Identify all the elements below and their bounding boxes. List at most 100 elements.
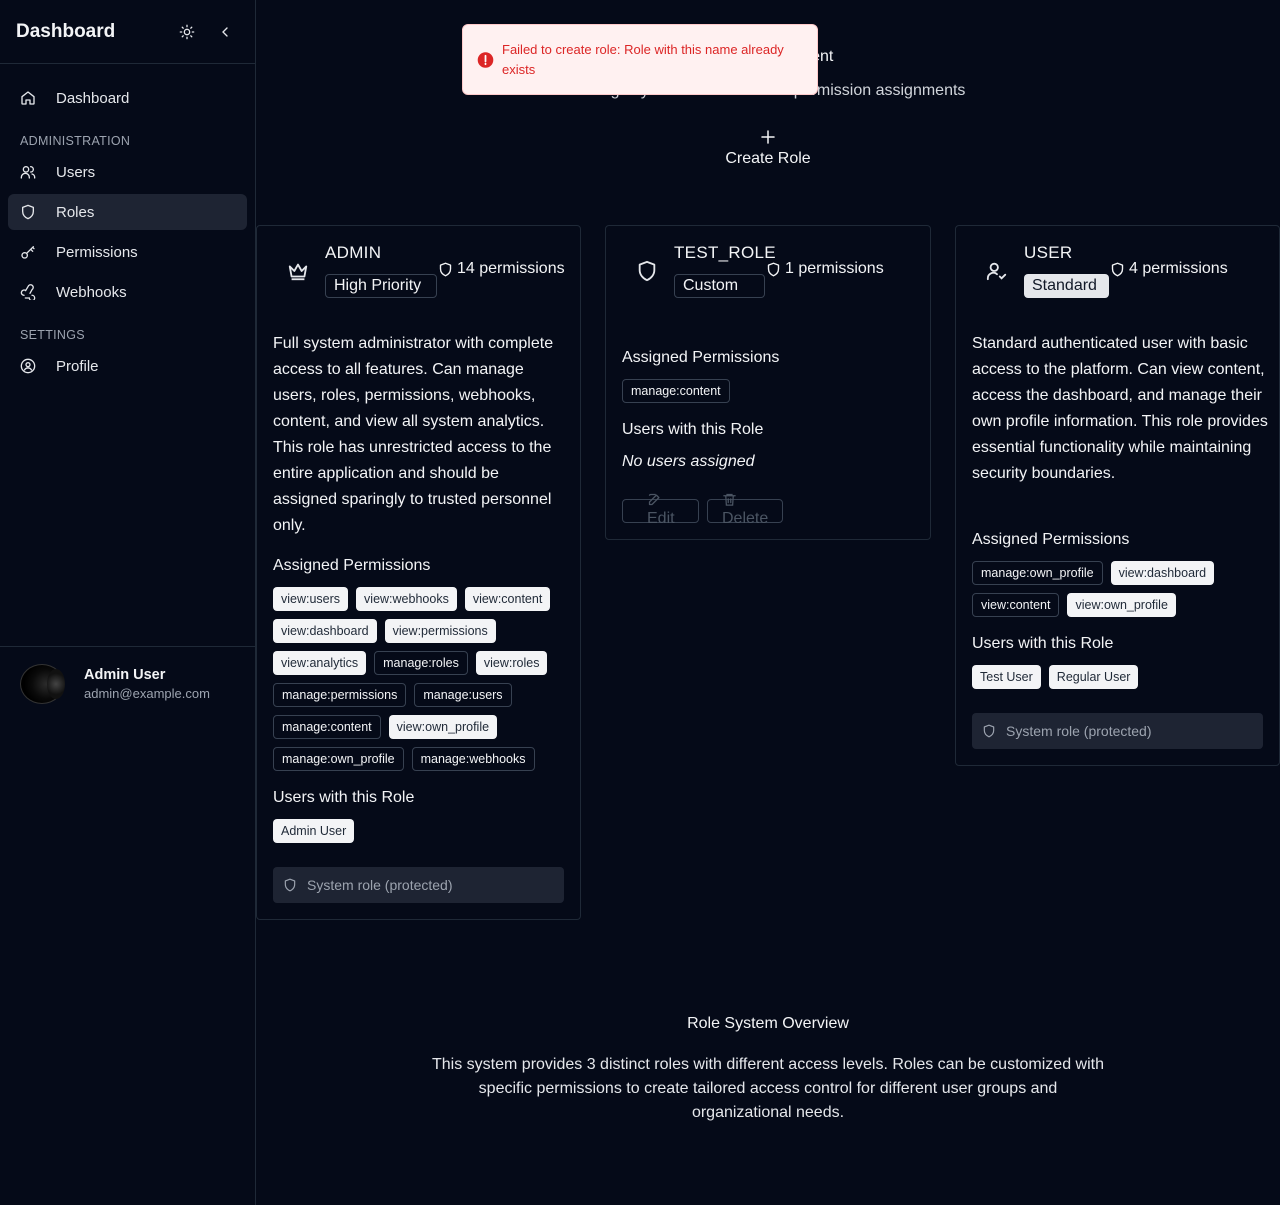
role-badge: Standard xyxy=(1024,274,1109,298)
webhook-icon xyxy=(20,284,36,300)
role-card-test-role: TEST_ROLE Custom 1 permissions Assigned … xyxy=(605,225,931,540)
create-role-label: Create Role xyxy=(725,150,811,167)
edit-icon xyxy=(648,493,660,506)
permission-count: 4 permissions xyxy=(1110,260,1228,278)
user-circle-icon xyxy=(20,358,36,374)
theme-toggle-button[interactable] xyxy=(173,18,201,46)
role-name: TEST_ROLE xyxy=(674,243,776,262)
users-with-role-label: Users with this Role xyxy=(273,789,415,806)
permission-chip: manage:own_profile xyxy=(273,747,404,771)
shield-icon xyxy=(983,724,995,738)
edit-label: Edit xyxy=(647,510,675,527)
permission-chip: manage:permissions xyxy=(273,683,407,707)
overview-text: This system provides 3 distinct roles wi… xyxy=(432,1056,1104,1121)
user-chips: Admin User xyxy=(273,819,355,843)
shield-icon xyxy=(439,262,452,276)
permission-count-label: 14 permissions xyxy=(457,260,565,277)
users-icon xyxy=(20,166,36,179)
permission-chip: view:permissions xyxy=(384,619,496,643)
permission-chip: view:roles xyxy=(475,651,548,675)
shield-icon xyxy=(284,878,296,892)
permission-chip: view:users xyxy=(273,587,349,611)
sidebar-item-label: Webhooks xyxy=(56,283,127,301)
permission-chip: view:dashboard xyxy=(1110,561,1215,585)
sidebar-title: Dashboard xyxy=(16,20,116,42)
shield-icon xyxy=(1111,262,1124,276)
role-badge: High Priority xyxy=(325,274,437,298)
user-check-icon xyxy=(986,262,1007,281)
shield-icon xyxy=(638,260,656,282)
protected-notice: System role (protected) xyxy=(273,867,564,903)
create-role-button[interactable]: Create Role xyxy=(700,128,836,174)
sidebar-item-users[interactable]: Users xyxy=(8,154,247,190)
user-name: Admin User xyxy=(84,666,166,683)
permission-chip: view:content xyxy=(464,587,551,611)
permission-chips: manage:content xyxy=(622,379,730,403)
delete-label: Delete xyxy=(722,510,769,527)
permission-chip: view:webhooks xyxy=(356,587,457,611)
error-toast: Failed to create role: Role with this na… xyxy=(462,24,818,95)
assigned-permissions-label: Assigned Permissions xyxy=(273,557,431,574)
crown-icon xyxy=(288,263,308,281)
permission-chip: manage:content xyxy=(622,379,730,403)
permission-count: 14 permissions xyxy=(438,260,565,278)
sidebar-item-label: Roles xyxy=(56,203,95,221)
users-with-role-label: Users with this Role xyxy=(972,635,1114,652)
sidebar-item-webhooks[interactable]: Webhooks xyxy=(8,274,247,310)
role-description: Full system administrator with complete … xyxy=(273,335,554,534)
trash-icon xyxy=(723,493,736,506)
sidebar-item-profile[interactable]: Profile xyxy=(8,348,247,384)
assigned-permissions-label: Assigned Permissions xyxy=(622,349,780,366)
shield-icon xyxy=(22,204,34,220)
user-chips: Test User Regular User xyxy=(972,665,1139,689)
sidebar-item-roles[interactable]: Roles xyxy=(8,194,247,230)
nav-section-settings: SETTINGS xyxy=(20,328,85,342)
permission-chip: view:dashboard xyxy=(273,619,377,643)
error-icon xyxy=(477,51,494,68)
edit-role-button[interactable]: Edit xyxy=(622,493,699,527)
permission-chip: manage:webhooks xyxy=(411,747,535,771)
protected-label: System role (protected) xyxy=(1006,723,1152,739)
user-chip: Regular User xyxy=(1048,665,1139,689)
users-with-role-label: Users with this Role xyxy=(622,421,764,438)
sidebar-item-label: Profile xyxy=(56,357,99,375)
no-users-text: No users assigned xyxy=(622,453,755,470)
permission-chip: manage:users xyxy=(414,683,512,707)
permission-count-label: 4 permissions xyxy=(1129,260,1228,277)
permission-chip: view:content xyxy=(972,593,1060,617)
permission-chip: view:own_profile xyxy=(388,715,498,739)
permission-chips: manage:own_profile view:dashboard view:c… xyxy=(972,561,1242,617)
avatar xyxy=(20,663,65,704)
permission-chip: manage:roles xyxy=(374,651,468,675)
role-name: ADMIN xyxy=(325,243,382,262)
user-footer[interactable]: Admin User admin@example.com xyxy=(0,646,255,720)
role-card-user: USER Standard 4 permissions Standard aut… xyxy=(955,225,1280,766)
overview-title: Role System Overview xyxy=(687,1015,849,1032)
sidebar-item-label: Dashboard xyxy=(56,89,130,107)
chevron-left-icon xyxy=(222,26,228,37)
sidebar-item-label: Users xyxy=(56,163,96,181)
permission-count: 1 permissions xyxy=(766,260,884,278)
sidebar-item-dashboard[interactable]: Dashboard xyxy=(8,80,247,116)
key-icon xyxy=(21,246,35,259)
protected-label: System role (protected) xyxy=(307,877,453,893)
permission-chip: view:analytics xyxy=(273,651,367,675)
sidebar-item-permissions[interactable]: Permissions xyxy=(8,234,247,270)
delete-role-button[interactable]: Delete xyxy=(707,493,783,527)
user-email: admin@example.com xyxy=(84,685,210,701)
shield-icon xyxy=(767,262,780,276)
collapse-sidebar-button[interactable] xyxy=(211,18,239,46)
sidebar: Dashboard Dashboard ADMINISTRATION Users… xyxy=(0,0,256,1205)
sidebar-nav: Dashboard ADMINISTRATION Users Roles Per… xyxy=(0,64,255,384)
permission-chip: manage:content xyxy=(273,715,381,739)
user-chip: Admin User xyxy=(273,819,355,843)
protected-notice: System role (protected) xyxy=(972,713,1263,749)
permission-chip: view:own_profile xyxy=(1067,593,1176,617)
permission-chips: view:users view:webhooks view:content vi… xyxy=(273,587,573,771)
toast-message: Failed to create role: Role with this na… xyxy=(502,41,784,77)
role-badge: Custom xyxy=(674,274,765,298)
role-card-admin: ADMIN High Priority 14 permissions Full … xyxy=(256,225,581,920)
role-description: Standard authenticated user with basic a… xyxy=(972,335,1268,482)
permission-count-label: 1 permissions xyxy=(785,260,884,277)
plus-icon xyxy=(761,130,775,144)
